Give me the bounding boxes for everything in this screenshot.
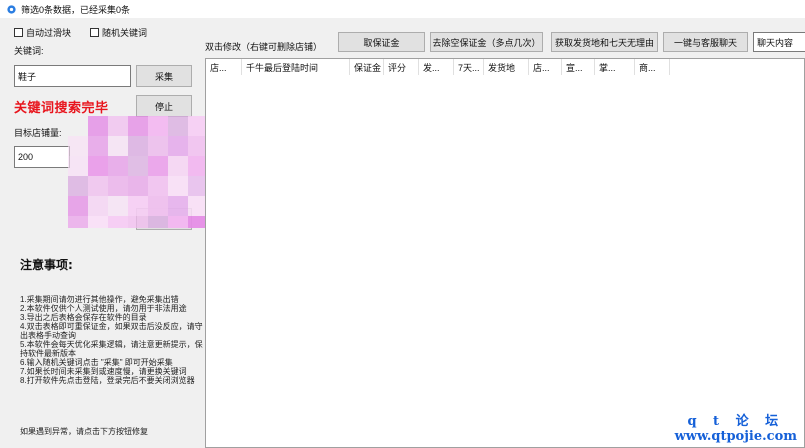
mosaic-cell xyxy=(108,136,128,156)
mosaic-cell xyxy=(148,176,168,196)
mosaic-cell xyxy=(68,196,88,216)
mosaic-cell xyxy=(148,196,168,216)
results-grid[interactable]: 店... 千牛最后登陆时间 保证金 评分 发... 7天... 发货地 店...… xyxy=(205,58,805,448)
mosaic-cell xyxy=(108,156,128,176)
watermark-line1: q t 论 坛 xyxy=(687,414,785,429)
notes-list: 1.采集期间请勿进行其他操作，避免采集出错 2.本软件仅供个人测试使用，请勿用于… xyxy=(20,295,210,385)
checkbox-box[interactable] xyxy=(90,28,99,37)
mosaic-cell xyxy=(128,216,148,228)
mosaic-cell xyxy=(148,216,168,228)
auto-slider-checkbox[interactable]: 自动过滑块 xyxy=(14,26,71,39)
footer-note: 如果遇到异常，请点击下方按钮修复 xyxy=(20,427,148,436)
keyword-input[interactable]: 鞋子 xyxy=(14,65,131,87)
get-ship-return-button[interactable]: 获取发货地和七天无理由 xyxy=(551,32,658,52)
target-store-label: 目标店铺量: xyxy=(14,128,62,138)
note-item: 6.输入随机关键词点击 "采集" 即可开始采集 xyxy=(20,358,173,367)
window-title: 筛选0条数据，已经采集0条 xyxy=(21,4,131,15)
mosaic-cell xyxy=(128,176,148,196)
mosaic-cell xyxy=(88,156,108,176)
one-click-chat-button[interactable]: 一键与客服聊天 xyxy=(663,32,748,52)
mosaic-cell xyxy=(108,196,128,216)
status-text: 关键词搜索完毕 xyxy=(14,101,109,116)
column-header[interactable]: 评分 xyxy=(384,59,419,75)
mosaic-cell xyxy=(148,116,168,136)
mosaic-cell xyxy=(108,116,128,136)
mosaic-cell xyxy=(148,136,168,156)
collect-button[interactable]: 采集 xyxy=(136,65,192,87)
column-header[interactable]: 掌... xyxy=(595,59,635,75)
stop-button[interactable]: 停止 xyxy=(136,95,192,117)
mosaic-cell xyxy=(168,136,188,156)
checkbox-box[interactable] xyxy=(14,28,23,37)
right-panel: 双击修改（右键可删除店铺） 取保证金 去除空保证金（多点几次） 获取发货地和七天… xyxy=(205,18,805,448)
mosaic-cell xyxy=(128,156,148,176)
title-bar: 筛选0条数据，已经采集0条 xyxy=(0,0,805,18)
column-header[interactable]: 店... xyxy=(206,59,242,75)
mosaic-cell xyxy=(88,136,108,156)
get-deposit-button[interactable]: 取保证金 xyxy=(338,32,425,52)
grid-header: 店... 千牛最后登陆时间 保证金 评分 发... 7天... 发货地 店...… xyxy=(206,59,804,75)
mosaic-cell xyxy=(168,216,188,228)
mosaic-cell xyxy=(108,176,128,196)
column-header[interactable]: 发... xyxy=(419,59,454,75)
target-store-input[interactable]: 200 xyxy=(14,146,70,168)
mosaic-cell xyxy=(68,136,88,156)
note-item: 4.双击表格即可重保证金，如果双击后没反应，请守出表格手动查询 xyxy=(20,322,203,340)
mosaic-cell xyxy=(88,116,108,136)
mosaic-cell xyxy=(68,216,88,228)
column-header[interactable]: 店... xyxy=(529,59,562,75)
mosaic-cell xyxy=(88,216,108,228)
note-item: 3.导出之后表格会保存在软件的目录 xyxy=(20,313,147,322)
column-header[interactable]: 7天... xyxy=(454,59,484,75)
left-panel: 自动过滑块 随机关键词 关键词: 鞋子 采集 关键词搜索完毕 停止 目标店铺量:… xyxy=(0,18,240,448)
column-header[interactable]: 宣... xyxy=(562,59,595,75)
mosaic-cell xyxy=(168,196,188,216)
mosaic-cell xyxy=(148,156,168,176)
notes-title: 注意事项: xyxy=(20,258,73,272)
watermark-line2: www.qtpojie.com xyxy=(674,429,797,444)
note-item: 5.本软件会每天优化采集逻辑，请注意更新提示，保持软件最新版本 xyxy=(20,340,203,358)
column-header[interactable]: 发货地 xyxy=(484,59,529,75)
note-item: 1.采集期间请勿进行其他操作，避免采集出错 xyxy=(20,295,179,304)
grid-hint: 双击修改（右键可删除店铺） xyxy=(205,42,323,52)
gear-icon xyxy=(7,4,16,14)
mosaic-cell xyxy=(128,116,148,136)
column-header[interactable]: 千牛最后登陆时间 xyxy=(242,59,350,75)
mosaic-cell xyxy=(108,216,128,228)
forum-watermark: q t 论 坛 www.qtpojie.com xyxy=(675,410,797,444)
mosaic-cell xyxy=(168,156,188,176)
mosaic-cell xyxy=(168,116,188,136)
mosaic-cell xyxy=(128,196,148,216)
column-header[interactable]: 保证金 xyxy=(350,59,384,75)
main-client-area: 自动过滑块 随机关键词 关键词: 鞋子 采集 关键词搜索完毕 停止 目标店铺量:… xyxy=(0,18,805,448)
mosaic-cell xyxy=(88,196,108,216)
remove-empty-deposit-button[interactable]: 去除空保证金（多点几次） xyxy=(430,32,543,52)
note-item: 8.打开软件先点击登陆，登录完后不要关闭浏览器 xyxy=(20,376,195,385)
mosaic-cell xyxy=(68,176,88,196)
note-item: 2.本软件仅供个人测试使用，请勿用于非法用途 xyxy=(20,304,187,313)
mosaic-cell xyxy=(68,156,88,176)
random-keyword-label: 随机关键词 xyxy=(102,28,148,38)
note-item: 7.如果长时间未采集到或速度慢，请更换关键词 xyxy=(20,367,187,376)
keyword-label: 关键词: xyxy=(14,46,44,56)
column-header[interactable]: 商... xyxy=(635,59,670,75)
random-keyword-checkbox[interactable]: 随机关键词 xyxy=(90,26,147,39)
mosaic-cell xyxy=(88,176,108,196)
auto-slider-label: 自动过滑块 xyxy=(26,28,72,38)
mosaic-cell xyxy=(128,136,148,156)
mosaic-cell xyxy=(168,176,188,196)
chat-content-input[interactable]: 聊天内容 xyxy=(753,32,805,52)
